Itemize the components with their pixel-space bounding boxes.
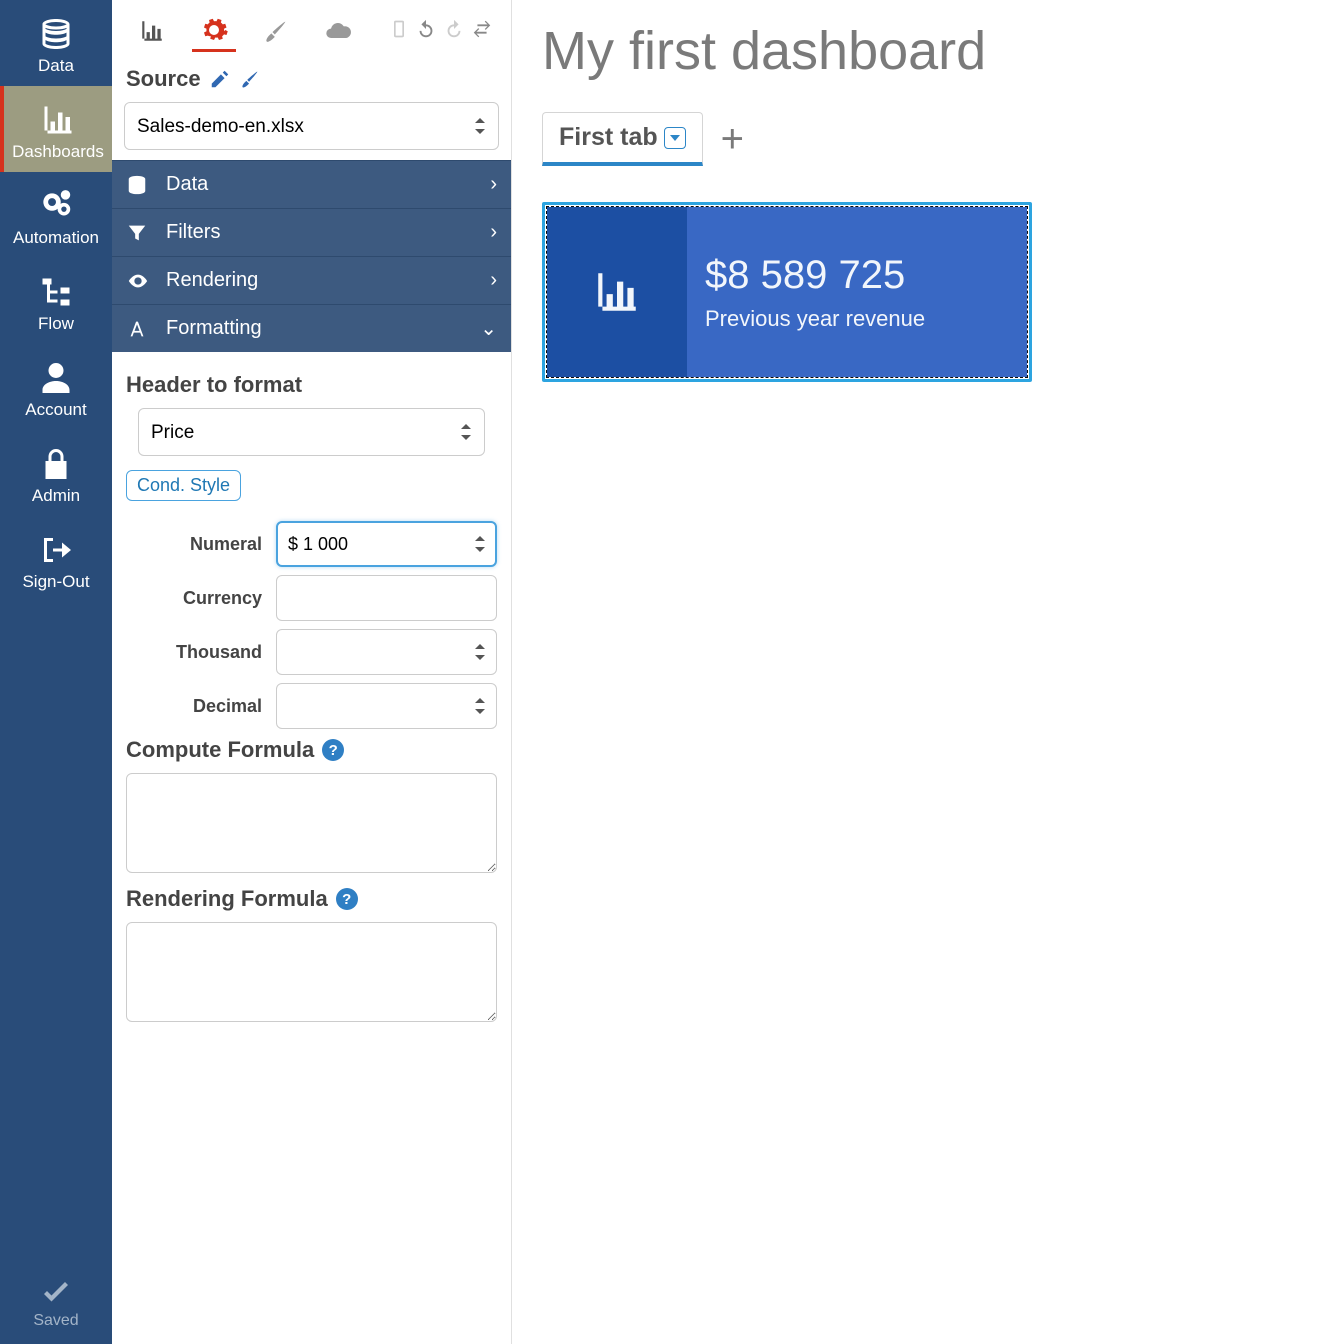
sidebar-item-account[interactable]: Account [0, 344, 112, 430]
user-icon [32, 358, 80, 398]
brush-small-icon[interactable] [239, 68, 261, 90]
currency-input[interactable] [276, 575, 497, 621]
kpi-label: Previous year revenue [705, 306, 1027, 332]
config-tabs [112, 0, 511, 52]
accordion-formatting[interactable]: Formatting ⌄ [112, 304, 511, 352]
source-select[interactable]: Sales-demo-en.xlsx [124, 102, 499, 150]
numeral-label: Numeral [126, 534, 276, 555]
thousand-label: Thousand [126, 642, 276, 663]
kpi-value: $8 589 725 [705, 253, 1027, 298]
database-icon [32, 14, 80, 54]
bar-chart-icon [138, 18, 166, 44]
decimal-select[interactable] [276, 683, 497, 729]
sidebar-item-admin[interactable]: Admin [0, 430, 112, 516]
kpi-icon-area [547, 207, 687, 377]
chevron-right-icon: › [490, 173, 497, 196]
numeral-select[interactable]: $ 1 000 [276, 521, 497, 567]
chevron-down-icon: ⌄ [480, 316, 497, 341]
tab-label: First tab [559, 123, 658, 152]
header-to-format-label: Header to format [126, 372, 497, 398]
sidebar-label: Flow [38, 314, 74, 334]
signout-icon [32, 530, 80, 570]
config-panel: Source Sales-demo-en.xlsx Data › Filters… [112, 0, 512, 1344]
dashboard-tab[interactable]: First tab [542, 112, 703, 166]
redo-icon[interactable] [443, 18, 465, 45]
sidebar-label: Admin [32, 486, 80, 506]
flow-icon [32, 272, 80, 312]
filter-icon [126, 222, 156, 244]
gears-icon [32, 186, 80, 226]
sidebar-label: Account [25, 400, 86, 420]
rendering-formula-textarea[interactable] [126, 922, 497, 1022]
compute-formula-label: Compute Formula [126, 737, 314, 763]
font-icon [126, 318, 156, 340]
sidebar-label: Data [38, 56, 74, 76]
rendering-formula-label: Rendering Formula [126, 886, 328, 912]
sidebar-item-automation[interactable]: Automation [0, 172, 112, 258]
chevron-right-icon: › [490, 221, 497, 244]
main-sidebar: Data Dashboards Automation Flow Account [0, 0, 112, 1344]
chart-icon [34, 100, 82, 140]
accordion-rendering[interactable]: Rendering › [112, 256, 511, 304]
accordion-filters[interactable]: Filters › [112, 208, 511, 256]
saved-indicator: Saved [33, 1262, 78, 1344]
header-select[interactable]: Price [138, 408, 485, 456]
edit-icon[interactable] [209, 68, 231, 90]
decimal-label: Decimal [126, 696, 276, 717]
sidebar-label: Automation [13, 228, 99, 248]
help-icon[interactable]: ? [336, 888, 358, 910]
bar-chart-icon [589, 267, 645, 317]
currency-label: Currency [126, 588, 276, 609]
kpi-widget[interactable]: $8 589 725 Previous year revenue [542, 202, 1032, 382]
lock-icon [32, 444, 80, 484]
eye-icon [126, 270, 156, 292]
sidebar-item-flow[interactable]: Flow [0, 258, 112, 344]
sidebar-label: Dashboards [12, 142, 104, 162]
brush-icon [262, 17, 290, 45]
undo-icon[interactable] [415, 18, 437, 45]
help-icon[interactable]: ? [322, 739, 344, 761]
compute-formula-textarea[interactable] [126, 773, 497, 873]
accordion-data[interactable]: Data › [112, 160, 511, 208]
config-tab-cloud[interactable] [316, 10, 360, 52]
clipboard-icon[interactable] [389, 17, 409, 46]
add-tab-button[interactable]: + [721, 117, 744, 162]
sidebar-label: Sign-Out [22, 572, 89, 592]
sidebar-item-data[interactable]: Data [0, 0, 112, 86]
config-tab-style[interactable] [254, 10, 298, 52]
check-icon [34, 1276, 78, 1312]
cloud-icon [321, 17, 355, 45]
gear-icon [199, 15, 229, 45]
swap-icon[interactable] [471, 18, 493, 45]
config-tab-chart[interactable] [130, 10, 174, 52]
thousand-select[interactable] [276, 629, 497, 675]
dashboard-preview: My first dashboard First tab + [512, 0, 1322, 1344]
sidebar-item-signout[interactable]: Sign-Out [0, 516, 112, 602]
chevron-right-icon: › [490, 269, 497, 292]
source-section-title: Source [112, 52, 511, 102]
database-icon [126, 174, 156, 196]
tab-dropdown[interactable] [664, 127, 686, 149]
dashboard-title: My first dashboard [542, 20, 1292, 82]
config-tab-settings[interactable] [192, 10, 236, 52]
sidebar-item-dashboards[interactable]: Dashboards [0, 86, 112, 172]
cond-style-button[interactable]: Cond. Style [126, 470, 241, 501]
